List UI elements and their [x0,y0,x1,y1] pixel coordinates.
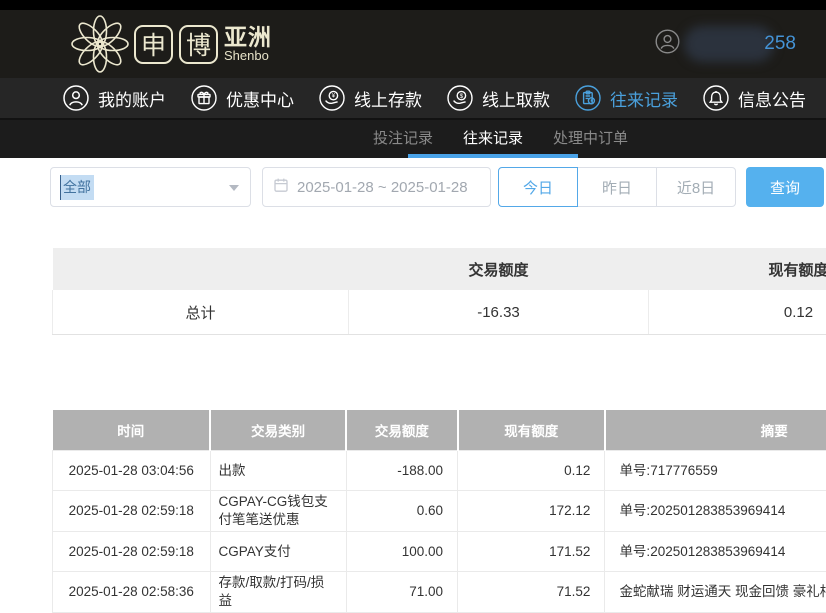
nav-item-announcements[interactable]: 信息公告 [703,85,806,111]
cell-amount: 0.60 [346,491,457,532]
summary-header-empty [53,248,349,290]
calendar-icon [273,177,289,197]
summary-total-label: 总计 [53,290,349,335]
brand-logo[interactable]: 申 博 亚洲 Shenbo [70,15,272,73]
brand-name-boxes: 申 博 [134,25,218,64]
records-icon [575,85,601,111]
cell-summary: 单号:717776559 [605,451,826,491]
nav-label: 线上取款 [482,86,550,111]
cell-time: 2025-01-28 02:59:18 [53,491,211,532]
sub-nav-tabs: 投注记录 往来记录 处理中订单 [358,120,643,158]
nav-label: 往来记录 [610,86,678,111]
nav-label: 信息公告 [738,86,806,111]
yesterday-button[interactable]: 昨日 [577,167,657,207]
tab-pending-orders[interactable]: 处理中订单 [538,120,643,158]
sub-nav: 投注记录 往来记录 处理中订单 [0,120,826,158]
table-row: 2025-01-28 02:59:18 CGPAY支付 100.00 171.5… [53,532,826,572]
masked-username: 258 [684,24,796,64]
cell-time: 2025-01-28 03:04:56 [53,451,211,491]
transactions-body: 2025-01-28 03:04:56 出款 -188.00 0.12 单号:7… [53,451,826,613]
table-row: 2025-01-28 02:59:18 CGPAY-CG钱包支付笔笔送优惠 0.… [53,491,826,532]
today-button[interactable]: 今日 [498,167,578,207]
table-row: 2025-01-28 03:04:56 出款 -188.00 0.12 单号:7… [53,451,826,491]
last-8-days-button[interactable]: 近8日 [656,167,736,207]
cell-time: 2025-01-28 02:59:18 [53,532,211,572]
nav-label: 线上存款 [354,86,422,111]
summary-table: 交易额度 现有额度 总计 -16.33 0.12 [52,248,826,335]
date-range-value: 2025-01-28 ~ 2025-01-28 [297,179,468,196]
quick-date-buttons: 今日 昨日 近8日 [498,167,736,207]
tab-transaction-records[interactable]: 往来记录 [448,120,538,158]
username-suffix: 258 [764,33,796,55]
query-button[interactable]: 查询 [746,167,824,207]
cell-summary: 金蛇献瑞 财运通天 现金回馈 豪礼相送_0128 [605,572,826,613]
filter-bar: 全部 2025-01-28 ~ 2025-01-28 今日 昨日 近8日 查询 [50,167,826,207]
header-amount: 交易额度 [346,410,457,451]
cell-type: CGPAY-CG钱包支付笔笔送优惠 [210,491,346,532]
summary-header-transaction-amount: 交易额度 [349,248,649,290]
transactions-table: 时间 交易类别 交易额度 现有额度 摘要 2025-01-28 03:04:56… [52,410,826,613]
chevron-down-icon [229,185,239,191]
header-summary: 摘要 [605,410,826,451]
cell-amount: -188.00 [346,451,457,491]
cell-summary: 单号:202501283853969414 [605,491,826,532]
cell-type: CGPAY支付 [210,532,346,572]
top-strip [0,0,826,10]
cell-balance: 171.52 [458,532,605,572]
cell-balance: 172.12 [458,491,605,532]
type-select-value: 全部 [60,175,94,200]
header-type: 交易类别 [210,410,346,451]
account-icon [63,85,89,111]
brand-region-cn: 亚洲 [224,25,272,49]
cell-amount: 100.00 [346,532,457,572]
username-redaction-blur [684,26,774,62]
promo-icon [191,85,217,111]
deposit-icon: ¥ [319,85,345,111]
main-nav: 我的账户 优惠中心 ¥ 线上存款 $ [0,78,826,120]
nav-item-online-withdraw[interactable]: $ 线上取款 [447,85,550,111]
summary-balance-total: 0.12 [649,290,826,335]
tab-bet-records[interactable]: 投注记录 [358,120,448,158]
summary-total-row: 总计 -16.33 0.12 [53,290,826,335]
withdraw-icon: $ [447,85,473,111]
lotus-flower-icon [70,15,130,73]
brand-region: 亚洲 Shenbo [224,25,272,63]
brand-char-bo: 博 [179,25,218,64]
nav-item-transaction-records[interactable]: 往来记录 [575,85,678,111]
cell-balance: 0.12 [458,451,605,491]
brand-char-shen: 申 [134,25,173,64]
header-time: 时间 [53,410,211,451]
brand-header: 申 博 亚洲 Shenbo 258 [0,10,826,78]
header-balance: 现有额度 [458,410,605,451]
summary-header-row: 交易额度 现有额度 [53,248,826,290]
nav-item-promotions[interactable]: 优惠中心 [191,85,294,111]
nav-item-my-account[interactable]: 我的账户 [63,85,166,111]
cell-type: 出款 [210,451,346,491]
nav-item-online-deposit[interactable]: ¥ 线上存款 [319,85,422,111]
nav-label: 优惠中心 [226,86,294,111]
summary-transaction-total: -16.33 [349,290,649,335]
cell-summary: 单号:202501283853969414 [605,532,826,572]
cell-amount: 71.00 [346,572,457,613]
nav-label: 我的账户 [98,86,166,111]
cell-type: 存款/取款/打码/损益 [210,572,346,613]
cell-balance: 71.52 [458,572,605,613]
svg-text:$: $ [460,93,464,100]
user-icon [655,29,680,59]
user-account-area[interactable]: 258 [655,24,796,64]
transactions-header-row: 时间 交易类别 交易额度 现有额度 摘要 [53,410,826,451]
notice-icon [703,85,729,111]
summary-header-current-balance: 现有额度 [649,248,826,290]
type-select[interactable]: 全部 [50,167,251,207]
cell-time: 2025-01-28 02:58:36 [53,572,211,613]
date-range-input[interactable]: 2025-01-28 ~ 2025-01-28 [262,167,491,207]
brand-region-en: Shenbo [224,49,272,63]
table-row: 2025-01-28 02:58:36 存款/取款/打码/损益 71.00 71… [53,572,826,613]
